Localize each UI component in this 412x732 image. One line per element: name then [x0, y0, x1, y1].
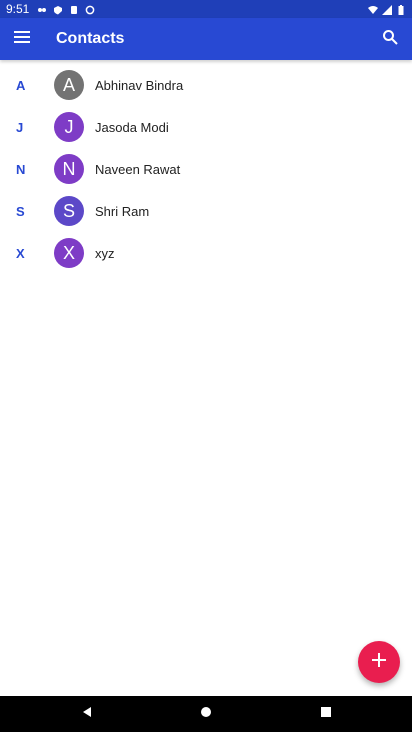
- section-letter: S: [16, 203, 25, 219]
- sync-icon: [85, 4, 95, 15]
- avatar-initial: A: [62, 74, 75, 95]
- home-icon: [200, 705, 212, 723]
- recents-button[interactable]: [311, 696, 341, 732]
- contact-name: xyz: [95, 245, 115, 261]
- contact-row[interactable]: N N Naveen Rawat: [0, 148, 412, 190]
- battery-icon: [396, 4, 406, 15]
- search-icon: [382, 29, 398, 50]
- page-title: Contacts: [56, 30, 125, 47]
- plus-icon: [371, 652, 387, 673]
- menu-button[interactable]: [0, 18, 44, 60]
- avatar-initial: N: [62, 158, 76, 179]
- recents-icon: [320, 705, 332, 723]
- clipboard-icon: [69, 4, 79, 14]
- wifi-icon: [368, 4, 378, 14]
- add-contact-button[interactable]: [358, 641, 400, 683]
- status-time: 9:51: [6, 2, 30, 16]
- avatar-initial: S: [62, 200, 75, 221]
- status-icons-right: [368, 4, 406, 15]
- contact-name: Naveen Rawat: [95, 161, 181, 177]
- section-letter: J: [16, 119, 24, 135]
- status-bar: 9:51: [0, 0, 412, 18]
- signal-icon: [382, 4, 392, 15]
- contacts-list: A A Abhinav Bindra J J Jasoda Modi N N N…: [0, 64, 412, 274]
- fan-icon: [37, 4, 47, 14]
- home-button[interactable]: [191, 696, 221, 732]
- avatar: J: [54, 112, 84, 142]
- section-letter: A: [16, 77, 26, 93]
- contact-name: Jasoda Modi: [95, 119, 169, 135]
- contact-row[interactable]: J J Jasoda Modi: [0, 106, 412, 148]
- avatar-initial: X: [62, 242, 75, 263]
- avatar: N: [54, 154, 84, 184]
- search-button[interactable]: [368, 18, 412, 60]
- avatar: S: [54, 196, 84, 226]
- contact-name: Abhinav Bindra: [95, 77, 184, 93]
- navigation-bar: [0, 696, 412, 732]
- back-icon: [81, 705, 93, 723]
- status-icons-left: [37, 4, 95, 15]
- section-letter: N: [16, 161, 26, 177]
- contact-row[interactable]: A A Abhinav Bindra: [0, 64, 412, 106]
- section-letter: X: [16, 245, 25, 261]
- hamburger-menu-icon: [14, 30, 30, 48]
- avatar: A: [54, 70, 84, 100]
- contact-row[interactable]: S S Shri Ram: [0, 190, 412, 232]
- avatar: X: [54, 238, 84, 268]
- contact-row[interactable]: X X xyz: [0, 232, 412, 274]
- back-button[interactable]: [72, 696, 102, 732]
- avatar-initial: J: [64, 116, 74, 137]
- app-bar: Contacts: [0, 18, 412, 60]
- contact-name: Shri Ram: [95, 203, 150, 219]
- shield-icon: [53, 4, 63, 15]
